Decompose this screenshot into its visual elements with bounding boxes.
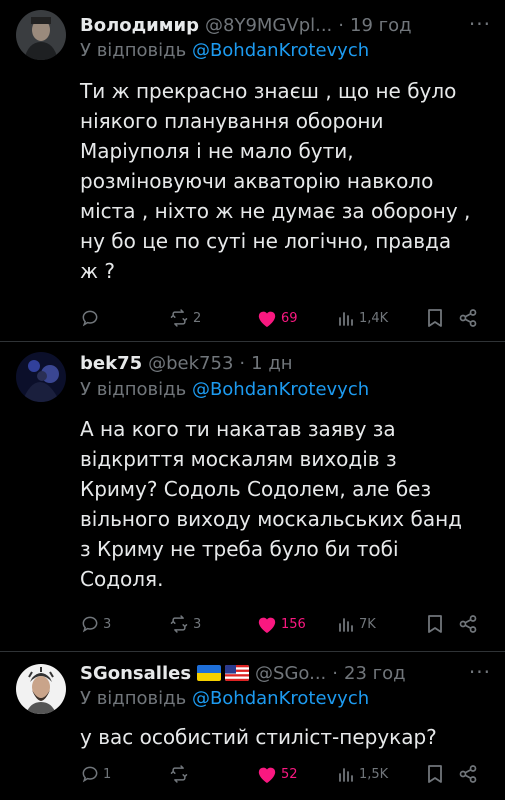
view-count: 1,5K [359, 766, 389, 782]
tweet-text: у вас особистий стиліст-перукар? [80, 725, 437, 749]
tweet-header: bek75 @bek753 · 1 дн [80, 350, 491, 376]
retweet-button[interactable]: 3 [168, 612, 201, 636]
action-bar: 3 3 156 7K [80, 612, 490, 636]
tweet-2[interactable]: bek75 @bek753 · 1 дн У відповідь @Bohdan… [0, 342, 505, 652]
reply-count: 1 [103, 766, 112, 782]
retweet-count: 2 [193, 310, 202, 326]
tweet-1[interactable]: Володимир @8Y9MGVpl... · 19 год ··· У ві… [0, 0, 505, 342]
avatar[interactable] [16, 10, 66, 60]
views-icon [339, 768, 353, 782]
reply-context: У відповідь @BohdanKrotevych [80, 688, 369, 709]
retweet-count: 3 [193, 616, 202, 632]
retweet-icon [170, 309, 188, 327]
reply-button[interactable] [80, 306, 103, 330]
ukraine-flag-icon [197, 665, 222, 681]
share-button[interactable] [458, 612, 478, 636]
reply-icon [82, 766, 98, 783]
views-icon [339, 618, 353, 632]
avatar[interactable] [16, 664, 66, 714]
share-button[interactable] [458, 306, 478, 330]
separator-dot: · [332, 662, 339, 684]
share-icon [459, 765, 477, 783]
action-bar: 1 52 1,5K [80, 762, 490, 786]
share-icon [459, 309, 477, 327]
share-button[interactable] [458, 762, 478, 786]
more-options-icon[interactable]: ··· [469, 660, 491, 684]
bookmark-icon [428, 765, 442, 783]
reply-button[interactable]: 1 [80, 762, 111, 786]
share-icon [459, 615, 477, 633]
tweet-3[interactable]: SGonsalles @SGo... · 23 год ··· У відпов… [0, 652, 505, 800]
timestamp[interactable]: 23 год [344, 663, 406, 684]
separator-dot: · [338, 14, 345, 36]
views-button[interactable]: 1,4K [338, 306, 388, 330]
reply-icon [82, 310, 98, 327]
retweet-button[interactable]: 2 [168, 306, 201, 330]
reply-icon [82, 616, 98, 633]
action-bar: 2 69 1,4K [80, 306, 490, 330]
tweet-text: Ти ж прекрасно знаєш , що не було ніяког… [80, 79, 471, 283]
heart-icon [258, 311, 276, 328]
more-options-icon[interactable]: ··· [469, 12, 491, 36]
timestamp[interactable]: 19 год [350, 15, 412, 36]
reply-mention-link[interactable]: @BohdanKrotevych [192, 40, 369, 61]
like-count: 69 [281, 310, 298, 326]
like-button[interactable]: 156 [256, 612, 306, 636]
reply-button[interactable]: 3 [80, 612, 111, 636]
retweet-button[interactable] [168, 762, 193, 786]
tweet-header: Володимир @8Y9MGVpl... · 19 год ··· [80, 12, 491, 38]
reply-mention-link[interactable]: @BohdanKrotevych [192, 688, 369, 709]
avatar[interactable] [16, 352, 66, 402]
separator-dot: · [239, 352, 246, 374]
author-name[interactable]: SGonsalles [80, 663, 191, 684]
retweet-icon [170, 615, 188, 633]
views-icon [339, 312, 353, 326]
author-handle[interactable]: @8Y9MGVpl... [205, 15, 332, 36]
heart-icon [258, 767, 276, 784]
like-button[interactable]: 69 [256, 306, 298, 330]
bookmark-icon [428, 615, 442, 633]
author-handle[interactable]: @bek753 [148, 353, 233, 374]
like-count: 52 [281, 766, 298, 782]
us-flag-icon [225, 665, 250, 681]
author-name[interactable]: bek75 [80, 353, 142, 374]
bookmark-button[interactable] [426, 306, 444, 330]
views-button[interactable]: 7K [338, 612, 376, 636]
reply-mention-link[interactable]: @BohdanKrotevych [192, 379, 369, 400]
reply-prefix: У відповідь [80, 40, 187, 61]
tweet-header: SGonsalles @SGo... · 23 год ··· [80, 660, 491, 686]
reply-prefix: У відповідь [80, 688, 187, 709]
reply-context: У відповідь @BohdanKrotevych [80, 379, 369, 400]
author-handle[interactable]: @SGo... [255, 663, 326, 684]
bookmark-button[interactable] [426, 612, 444, 636]
views-button[interactable]: 1,5K [338, 762, 388, 786]
heart-icon [258, 617, 276, 634]
retweet-icon [170, 765, 188, 783]
author-name[interactable]: Володимир [80, 15, 199, 36]
view-count: 7K [359, 616, 376, 632]
like-button[interactable]: 52 [256, 762, 298, 786]
reply-context: У відповідь @BohdanKrotevych [80, 40, 369, 61]
bookmark-button[interactable] [426, 762, 444, 786]
reply-count: 3 [103, 616, 112, 632]
view-count: 1,4K [359, 310, 389, 326]
bookmark-icon [428, 309, 442, 327]
tweet-text: А на кого ти накатав заяву за відкриття … [80, 417, 462, 591]
like-count: 156 [281, 616, 306, 632]
reply-prefix: У відповідь [80, 379, 187, 400]
timestamp[interactable]: 1 дн [251, 353, 292, 374]
